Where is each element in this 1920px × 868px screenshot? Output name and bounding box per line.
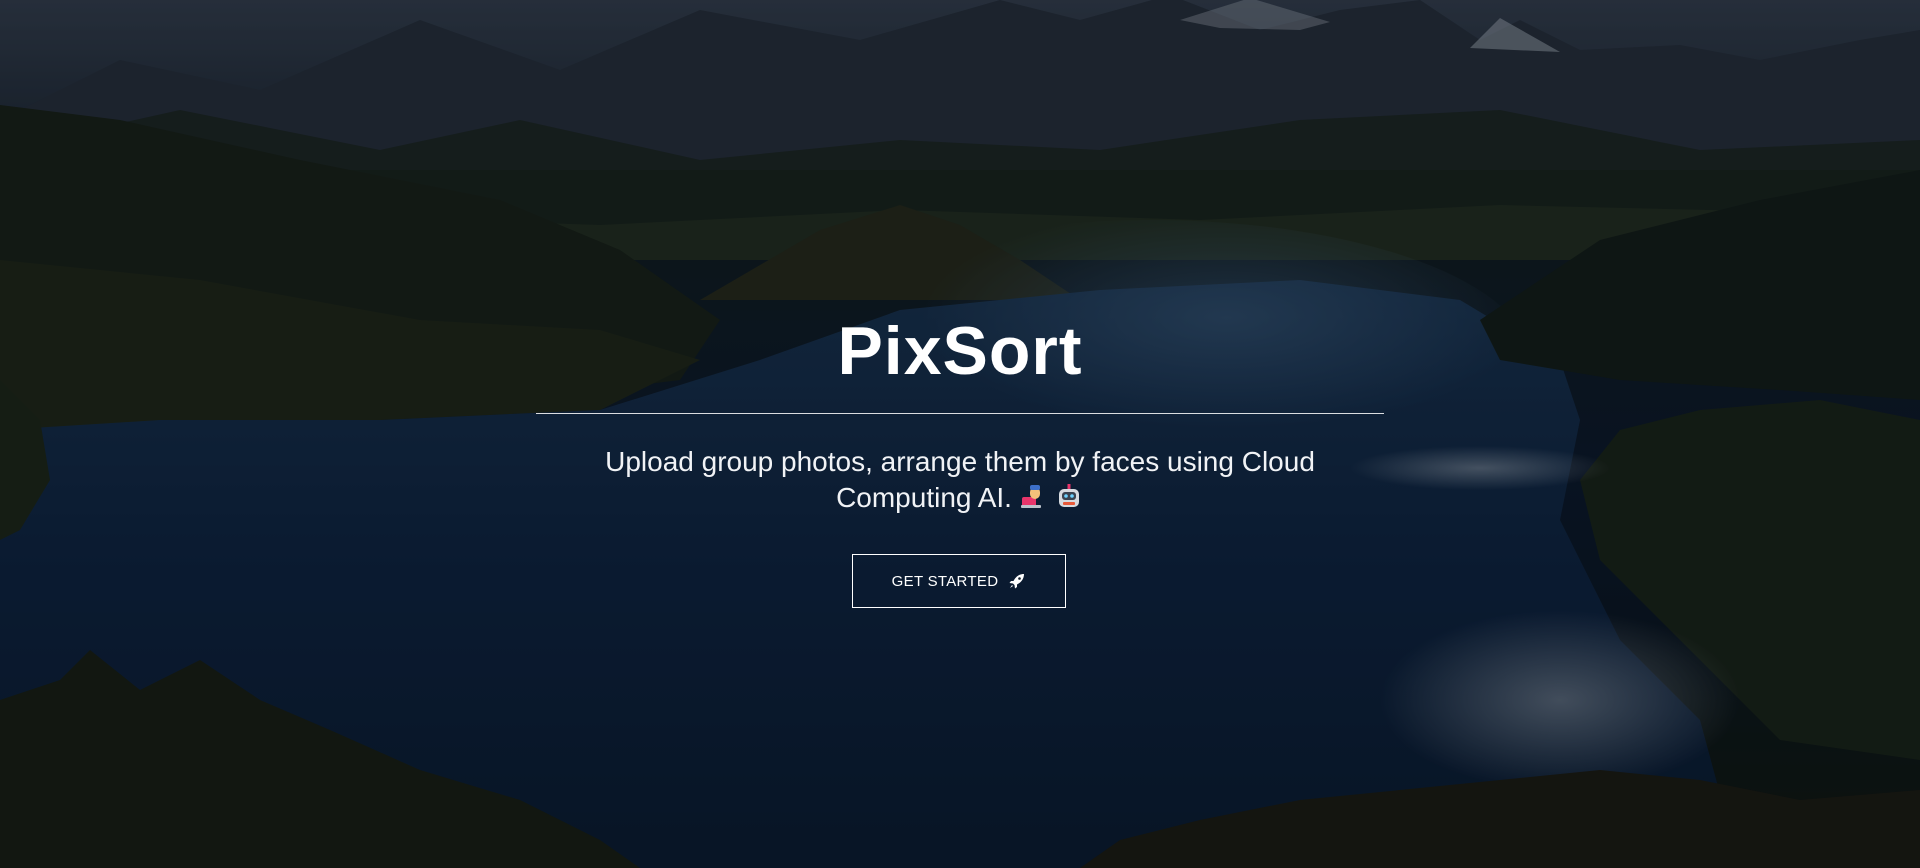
title-divider	[536, 413, 1384, 414]
page-title: PixSort	[837, 313, 1083, 389]
get-started-button[interactable]: GET STARTED	[852, 554, 1066, 608]
hero-subtitle: Upload group photos, arrange them by fac…	[560, 444, 1360, 520]
hero-section: PixSort Upload group photos, arrange the…	[0, 0, 1920, 868]
robot-icon	[1054, 481, 1084, 520]
hero-content: PixSort Upload group photos, arrange the…	[0, 0, 1920, 868]
get-started-label: GET STARTED	[891, 572, 999, 590]
woman-technologist-icon	[1018, 481, 1048, 520]
hero-subtitle-text: Upload group photos, arrange them by fac…	[605, 446, 1315, 513]
rocket-icon	[1008, 572, 1026, 590]
